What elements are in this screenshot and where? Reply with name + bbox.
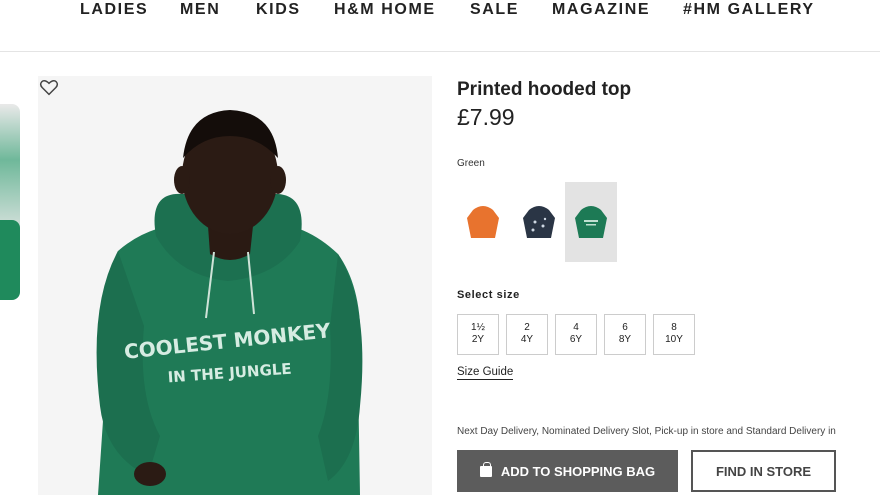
- product-image: COOLEST MONKEY IN THE JUNGLE: [38, 76, 432, 495]
- product-price: £7.99: [457, 104, 515, 130]
- size-line2: 4Y: [520, 334, 534, 345]
- nav-hm-home[interactable]: H&M HOME: [334, 1, 436, 19]
- add-to-shopping-bag-button[interactable]: ADD TO SHOPPING BAG: [457, 450, 678, 492]
- nav-men[interactable]: MEN: [180, 1, 220, 19]
- size-line1: 4: [573, 322, 579, 333]
- nav-magazine[interactable]: MAGAZINE: [552, 1, 650, 19]
- size-line1: 1½: [471, 322, 485, 333]
- size-line2: 2Y: [471, 334, 485, 345]
- size-button-1-2y[interactable]: 1½ 2Y: [457, 314, 499, 355]
- product-title: Printed hooded top: [457, 79, 632, 100]
- size-line1: 2: [524, 322, 530, 333]
- size-button-2-4y[interactable]: 2 4Y: [506, 314, 548, 355]
- swatch-orange[interactable]: [457, 182, 509, 262]
- swatch-navy[interactable]: [513, 182, 565, 262]
- select-size-label: Select size: [457, 289, 520, 301]
- size-button-8-10y[interactable]: 8 10Y: [653, 314, 695, 355]
- nav-kids[interactable]: KIDS: [256, 1, 301, 19]
- size-line1: 8: [671, 322, 677, 333]
- product-info: Printed hooded top £7.99 Green Select si…: [457, 78, 880, 492]
- find-in-store-label: FIND IN STORE: [715, 463, 812, 479]
- nav-hm-gallery[interactable]: #HM GALLERY: [683, 1, 815, 19]
- shopping-bag-icon: [479, 461, 492, 477]
- size-button-6-8y[interactable]: 6 8Y: [604, 314, 646, 355]
- size-button-4-6y[interactable]: 4 6Y: [555, 314, 597, 355]
- selected-color-label: Green: [457, 158, 485, 169]
- size-line2: 6Y: [569, 334, 583, 345]
- model-photo: COOLEST MONKEY IN THE JUNGLE: [38, 76, 432, 495]
- find-in-store-button[interactable]: FIND IN STORE: [691, 450, 836, 492]
- hoodie-thumbnail-icon: [523, 206, 555, 238]
- nav-sale[interactable]: SALE: [470, 1, 519, 19]
- add-to-bag-label: ADD TO SHOPPING BAG: [500, 463, 656, 479]
- main-navigation: LADIES MEN KIDS H&M HOME SALE MAGAZINE #…: [0, 0, 880, 52]
- size-line1: 6: [622, 322, 628, 333]
- swatch-green[interactable]: [565, 182, 617, 262]
- size-line2: 8Y: [618, 334, 632, 345]
- hoodie-thumbnail-icon: [575, 206, 607, 238]
- thumbnail-strip: [0, 52, 28, 495]
- delivery-info: Next Day Delivery, Nominated Delivery Sl…: [457, 426, 836, 437]
- thumbnail-image-2[interactable]: [0, 220, 20, 300]
- size-guide-link[interactable]: Size Guide: [457, 366, 514, 380]
- heart-outline-icon[interactable]: [38, 76, 60, 98]
- nav-ladies[interactable]: LADIES: [80, 1, 148, 19]
- size-line2: 10Y: [665, 334, 683, 345]
- hoodie-thumbnail-icon: [467, 206, 499, 238]
